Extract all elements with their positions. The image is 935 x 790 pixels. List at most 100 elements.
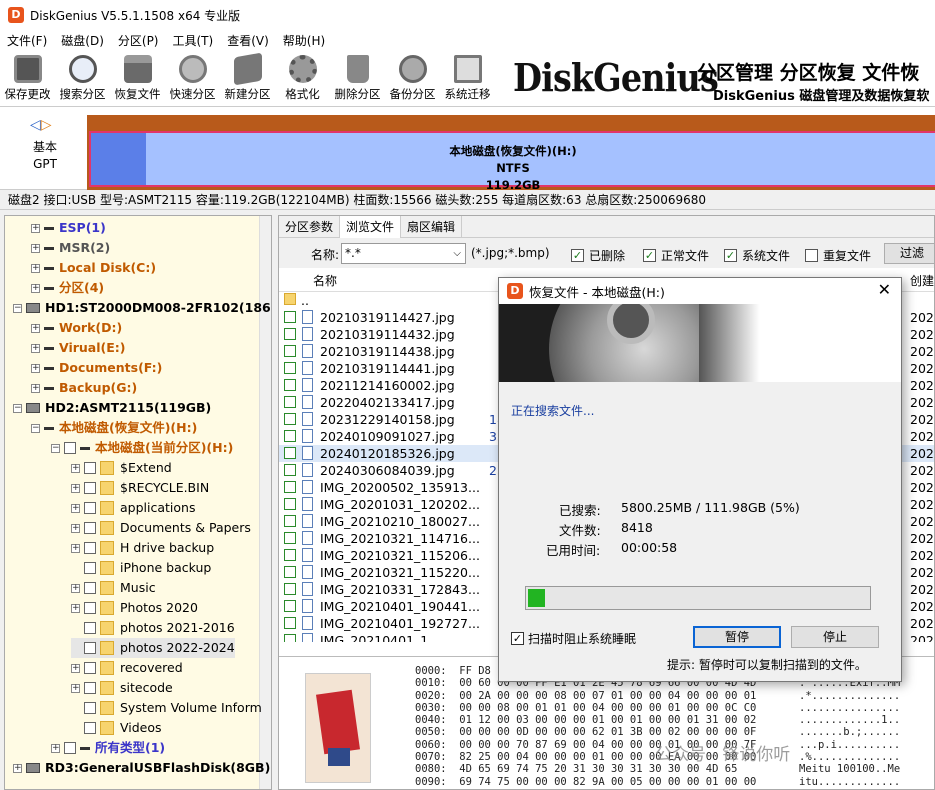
hex-dump: 0000: FF D8 0010: 00 60 00 00 FF E1 01 2…	[415, 665, 757, 788]
menu-help[interactable]: 帮助(H)	[276, 32, 332, 49]
arrow-right-icon[interactable]: ▷	[41, 117, 52, 133]
tree-folder[interactable]: + $RECYCLE.BIN	[71, 478, 209, 498]
tree-item[interactable]: + 所有类型(1)	[51, 738, 165, 758]
search-partition-button[interactable]: 搜索分区	[55, 50, 110, 106]
scan-progress-bar	[525, 586, 871, 610]
delete-partition-button[interactable]: 删除分区	[330, 50, 385, 106]
folder-icon	[100, 701, 114, 715]
arrow-left-icon[interactable]: ◁	[30, 117, 41, 133]
tree-item[interactable]: + Backup(G:)	[31, 378, 137, 398]
duplicate-file-checkbox[interactable]: 重复文件	[805, 247, 871, 264]
disk-tree[interactable]: + ESP(1) + MSR(2) + Local Disk(C:) + 分区(4) −…	[4, 215, 272, 790]
app-icon: D	[507, 283, 523, 299]
tree-item[interactable]: + Virual(E:)	[31, 338, 126, 358]
tab-partition-params[interactable]: 分区参数	[279, 216, 341, 238]
tree-folder[interactable]: + Music	[71, 578, 156, 598]
folder-icon	[100, 601, 114, 615]
tree-item[interactable]: + MSR(2)	[31, 238, 110, 258]
menu-bar: 文件(F) 磁盘(D) 分区(P) 工具(T) 查看(V) 帮助(H)	[0, 30, 935, 50]
disk-type: 基本 GPT	[32, 140, 57, 171]
tree-folder-selected[interactable]: photos 2022-2024	[71, 638, 235, 658]
normal-file-checkbox[interactable]: ✓ 正常文件	[643, 247, 709, 264]
deleted-checkbox[interactable]: ✓ 已删除	[571, 247, 625, 264]
tree-folder[interactable]: photos 2021-2016	[71, 618, 235, 638]
folder-icon	[100, 621, 114, 635]
banner-subslogan: DiskGenius 磁盘管理及数据恢复软	[713, 89, 930, 104]
dialog-banner	[499, 304, 901, 382]
hex-ascii: .`......Exif..MM .*.............. ......…	[799, 677, 901, 788]
tree-item[interactable]: + Local Disk(C:)	[31, 258, 156, 278]
tree-item[interactable]: + Work(D:)	[31, 318, 122, 338]
menu-disk[interactable]: 磁盘(D)	[54, 32, 111, 49]
column-created[interactable]: 创建	[910, 272, 934, 289]
tree-folder[interactable]: Videos	[71, 718, 162, 738]
menu-partition[interactable]: 分区(P)	[111, 32, 166, 49]
tree-folder[interactable]: + H drive backup	[71, 538, 214, 558]
folder-icon	[100, 641, 114, 655]
tab-browse-files[interactable]: 浏览文件	[340, 216, 402, 238]
folder-icon	[100, 581, 114, 595]
image-thumbnail[interactable]	[305, 673, 371, 783]
tree-folder[interactable]: System Volume Inform	[71, 698, 262, 718]
recover-files-dialog: D 恢复文件 - 本地磁盘(H:) ✕ 正在搜索文件... 已搜索: 5800.…	[498, 277, 902, 682]
backup-partition-button[interactable]: 备份分区	[385, 50, 440, 106]
tab-sector-edit[interactable]: 扇区编辑	[401, 216, 463, 238]
tree-item[interactable]: − 本地磁盘(恢复文件)(H:)	[31, 418, 197, 438]
title-bar: D DiskGenius V5.5.1.1508 x64 专业版	[0, 0, 935, 30]
tree-folder[interactable]: + Photos 2020	[71, 598, 198, 618]
disk-map: ◁▷ 基本 GPT 本地磁盘(恢复文件)(H:) NTFS 119.2GB	[0, 106, 935, 192]
tree-item[interactable]: + ESP(1)	[31, 218, 106, 238]
partition-bar[interactable]: 本地磁盘(恢复文件)(H:) NTFS 119.2GB	[87, 115, 935, 192]
disk-info-line: 磁盘2 接口:USB 型号:ASMT2115 容量:119.2GB(122104…	[0, 190, 935, 210]
save-changes-button[interactable]: 保存更改	[0, 50, 55, 106]
folder-icon	[100, 661, 114, 675]
tree-disk-item[interactable]: − HD2:ASMT2115(119GB)	[13, 398, 211, 418]
prevent-sleep-checkbox[interactable]: ✓ 扫描时阻止系统睡眠	[511, 630, 636, 647]
pause-button[interactable]: 暂停	[693, 626, 781, 648]
name-filter-input[interactable]: *.* ⌵	[341, 243, 466, 264]
dialog-title-bar: D 恢复文件 - 本地磁盘(H:) ✕	[499, 278, 901, 304]
disk-icon	[26, 403, 40, 413]
watermark: 公众号 · 锋说你听	[655, 745, 791, 765]
elapsed-value: 00:00:58	[621, 540, 678, 555]
brand-banner: DiskGenius 分区管理 分区恢复 文件恢 DiskGenius 磁盘管理…	[497, 50, 935, 106]
tree-disk-item[interactable]: − HD1:ST2000DM008-2FR102(1863G	[13, 298, 271, 318]
hard-drive-image	[499, 304, 739, 382]
tree-folder[interactable]: iPhone backup	[71, 558, 211, 578]
tree-disk-item[interactable]: + RD3:GeneralUSBFlashDisk(8GB)	[13, 758, 270, 778]
new-partition-button[interactable]: 新建分区	[220, 50, 275, 106]
system-migrate-button[interactable]: 系统迁移	[440, 50, 495, 106]
chevron-down-icon[interactable]: ⌵	[453, 244, 461, 263]
name-filter-label: 名称:	[311, 248, 340, 262]
recover-files-button[interactable]: 恢复文件	[110, 50, 165, 106]
tree-folder[interactable]: + Documents & Papers	[71, 518, 251, 538]
tree-item[interactable]: + Documents(F:)	[31, 358, 162, 378]
toolbar: 保存更改 搜索分区 恢复文件 快速分区 新建分区 格式化 删除分区 备份分区 系…	[0, 50, 497, 106]
folder-icon	[100, 521, 114, 535]
folder-icon	[100, 461, 114, 475]
partition-block[interactable]: 本地磁盘(恢复文件)(H:) NTFS 119.2GB	[89, 131, 935, 192]
column-name[interactable]: 名称	[313, 272, 337, 289]
filter-button[interactable]: 过滤	[884, 243, 934, 264]
tree-folder[interactable]: + sitecode	[71, 678, 173, 698]
magnifier-icon	[68, 55, 97, 83]
disk-nav-arrows[interactable]: ◁▷	[30, 117, 52, 133]
system-file-checkbox[interactable]: ✓ 系统文件	[724, 247, 790, 264]
menu-view[interactable]: 查看(V)	[220, 32, 276, 49]
partition-name: 本地磁盘(恢复文件)(H:)	[449, 144, 577, 158]
tree-item[interactable]: + 分区(4)	[31, 278, 104, 298]
file-count-label: 文件数:	[559, 523, 601, 538]
tree-item[interactable]: − 本地磁盘(当前分区)(H:)	[51, 438, 233, 458]
stop-button[interactable]: 停止	[791, 626, 879, 648]
close-icon[interactable]: ✕	[878, 280, 891, 299]
filter-hint: (*.jpg;*.bmp)	[471, 246, 550, 260]
menu-file[interactable]: 文件(F)	[0, 32, 54, 49]
format-button[interactable]: 格式化	[275, 50, 330, 106]
tree-folder[interactable]: + recovered	[71, 658, 183, 678]
tree-folder[interactable]: + $Extend	[71, 458, 172, 478]
migrate-icon	[453, 55, 482, 83]
quick-partition-button[interactable]: 快速分区	[165, 50, 220, 106]
tree-folder[interactable]: + applications	[71, 498, 195, 518]
folder-icon	[100, 541, 114, 555]
menu-tools[interactable]: 工具(T)	[166, 32, 221, 49]
